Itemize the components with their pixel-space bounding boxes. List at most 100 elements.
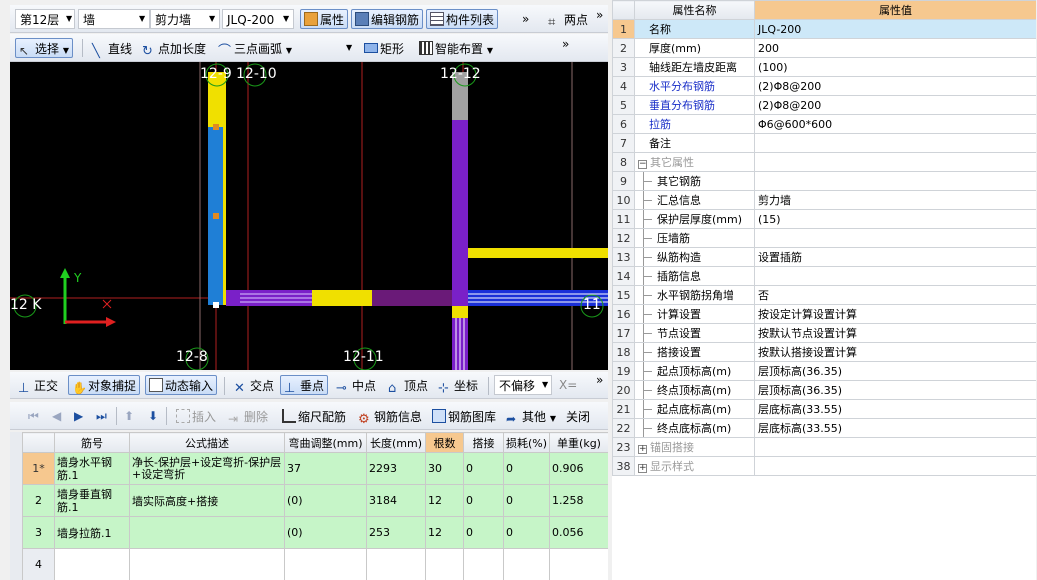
property-row[interactable]: 14 插筋信息 [612,266,1036,286]
property-value[interactable]: JLQ-200 [754,19,1036,39]
length-cell[interactable]: 3184 [366,484,426,517]
property-value[interactable] [754,266,1036,286]
type-chevron-icon[interactable]: ▼ [139,9,145,29]
property-row[interactable]: 4 水平分布钢筋 (2)Φ8@200 [612,76,1036,96]
point-length-button[interactable]: ↻ 点加长度 [138,38,210,59]
prev-record-icon[interactable]: ◀ [52,406,61,426]
lap-cell[interactable]: 0 [463,484,504,517]
bend-cell[interactable] [284,548,367,580]
rebar-name-cell[interactable]: 墙身拉筋.1 [54,516,130,549]
property-row[interactable]: 18 搭接设置 按默认搭接设置计算 [612,342,1036,362]
lap-cell[interactable]: 0 [463,452,504,485]
property-row[interactable]: 22 终点底标高(m) 层底标高(33.55) [612,418,1036,438]
row-number[interactable]: 4 [22,548,55,580]
move-down-icon[interactable]: ⬇ [148,406,158,426]
property-value[interactable]: 200 [754,38,1036,58]
table-row[interactable]: 3 墙身拉筋.1 (0) 253 12 0 0 0.056 [22,516,608,549]
weight-cell[interactable] [549,548,608,580]
lap-cell[interactable]: 0 [463,516,504,549]
column-header[interactable]: 弯曲调整(mm) [284,432,367,453]
column-header[interactable]: 筋号 [54,432,130,453]
lap-cell[interactable] [463,548,504,580]
select-button[interactable]: ↖ 选择 ▼ [15,38,73,58]
formula-cell[interactable]: 墙实际高度+搭接 [129,484,285,517]
intersection-button[interactable]: ✕ 交点 [230,375,278,396]
property-value[interactable]: 层顶标高(36.35) [754,361,1036,381]
loss-cell[interactable]: 0 [503,452,550,485]
property-value[interactable]: 层底标高(33.55) [754,399,1036,419]
subtype-chevron-icon[interactable]: ▼ [209,9,215,29]
rebar-library-button[interactable]: 钢筋图库 [428,406,500,426]
rebar-name-cell[interactable]: 墙身垂直钢筋.1 [54,484,130,517]
ortho-button[interactable]: ⊥ 正交 [14,375,62,396]
property-row[interactable]: 8− 其它属性 [612,152,1036,172]
column-header[interactable]: 损耗(%) [503,432,550,453]
property-value[interactable] [754,228,1036,248]
first-record-icon[interactable]: ⏮ [28,406,39,426]
bend-cell[interactable]: (0) [284,516,367,549]
property-row[interactable]: 11 保护层厚度(mm) (15) [612,209,1036,229]
next-record-icon[interactable]: ▶ [74,406,83,426]
property-value[interactable] [754,437,1036,457]
overflow-chevron-3[interactable]: » [562,34,569,54]
property-row[interactable]: 1 名称 JLQ-200 [612,19,1036,39]
property-row[interactable]: 20 终点顶标高(m) 层顶标高(36.35) [612,380,1036,400]
row-number[interactable]: 3 [22,516,55,549]
weight-cell[interactable]: 0.056 [549,516,608,549]
property-row[interactable]: 16 计算设置 按设定计算设置计算 [612,304,1036,324]
weight-cell[interactable]: 0.906 [549,452,608,485]
property-row[interactable]: 10 汇总信息 剪力墙 [612,190,1036,210]
property-value[interactable] [754,456,1036,476]
property-value[interactable]: 按设定计算设置计算 [754,304,1036,324]
property-row[interactable]: 13 纵筋构造 设置插筋 [612,247,1036,267]
property-row[interactable]: 21 起点底标高(m) 层底标高(33.55) [612,399,1036,419]
weight-cell[interactable]: 1.258 [549,484,608,517]
expand-icon[interactable]: + [638,464,647,473]
property-row[interactable]: 9 其它钢筋 [612,171,1036,191]
floor-chevron-icon[interactable]: ▼ [66,9,72,29]
offset-chevron-icon[interactable]: ▼ [542,375,548,395]
length-cell[interactable]: 2293 [366,452,426,485]
property-value[interactable]: (100) [754,57,1036,77]
edit-rebar-button[interactable]: 编辑钢筋 [351,9,424,29]
properties-button[interactable]: 属性 [300,9,349,29]
object-snap-button[interactable]: ✋对象捕捉 [68,375,141,395]
shape-chevron-icon[interactable]: ▼ [346,38,352,58]
property-row[interactable]: 12 压墙筋 [612,228,1036,248]
property-value[interactable]: 按默认搭接设置计算 [754,342,1036,362]
property-row[interactable]: 2 厚度(mm) 200 [612,38,1036,58]
dynamic-input-button[interactable]: 动态输入 [145,375,218,395]
property-row[interactable]: 23 + 锚固搭接 [612,437,1036,457]
count-cell[interactable]: 30 [425,452,464,485]
property-value[interactable]: (2)Φ8@200 [754,95,1036,115]
property-value[interactable]: (15) [754,209,1036,229]
property-row[interactable]: 7 备注 [612,133,1036,153]
column-header[interactable]: 长度(mm) [366,432,426,453]
rect-button[interactable]: 矩形 [360,38,408,58]
property-row[interactable]: 3 轴线距左墙皮距离 (100) [612,57,1036,77]
formula-cell[interactable]: 净长-保护层+设定弯折-保护层+设定弯折 [129,452,285,485]
insert-button[interactable]: 插入 [172,406,220,426]
property-value[interactable] [754,171,1036,191]
other-button[interactable]: ➦ 其他 ▼ [502,406,560,426]
expand-icon[interactable]: + [638,445,647,454]
property-row[interactable]: 15 水平钢筋拐角增 否 [612,285,1036,305]
overflow-chevron-2[interactable]: » [596,5,603,25]
count-cell[interactable]: 12 [425,484,464,517]
smart-layout-button[interactable]: 智能布置 ▼ [415,38,497,58]
property-row[interactable]: 5 垂直分布钢筋 (2)Φ8@200 [612,95,1036,115]
property-value[interactable] [754,133,1036,153]
length-cell[interactable] [366,548,426,580]
rebar-name-cell[interactable]: 墙身水平钢筋.1 [54,452,130,485]
loss-cell[interactable]: 0 [503,484,550,517]
component-list-button[interactable]: 构件列表 [426,9,499,29]
length-cell[interactable]: 253 [366,516,426,549]
close-button[interactable]: 关闭 [562,406,594,426]
last-record-icon[interactable]: ⏭ [96,406,107,426]
property-value[interactable] [754,152,1036,172]
count-cell[interactable]: 12 [425,516,464,549]
vertex-button[interactable]: ⌂ 顶点 [384,375,432,396]
overflow-chevron-1[interactable]: » [522,9,529,29]
table-row[interactable]: 4 [22,548,608,580]
column-header[interactable]: 搭接 [463,432,504,453]
